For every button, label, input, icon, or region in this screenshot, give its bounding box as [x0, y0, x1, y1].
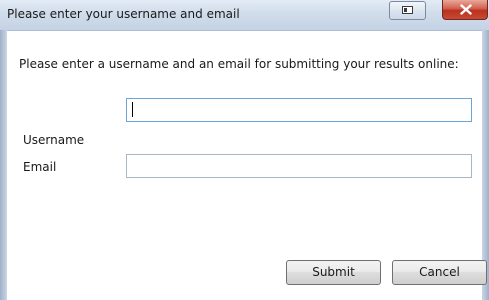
close-button[interactable]	[442, 0, 488, 20]
email-input[interactable]	[126, 154, 472, 178]
window-frame-left	[0, 30, 9, 300]
username-input[interactable]	[126, 98, 472, 122]
window-title: Please enter your username and email	[7, 7, 240, 21]
restore-icon	[402, 6, 413, 14]
cancel-button[interactable]: Cancel	[392, 260, 487, 285]
submit-button[interactable]: Submit	[286, 260, 381, 285]
restore-button[interactable]	[389, 1, 426, 20]
username-label: Username	[23, 133, 85, 147]
title-bar[interactable]: Please enter your username and email	[0, 0, 489, 31]
close-icon	[460, 4, 472, 15]
instruction-text: Please enter a username and an email for…	[19, 57, 459, 71]
dialog-window: Please enter your username and email Ple…	[0, 0, 489, 300]
text-caret	[132, 102, 133, 117]
email-label: Email	[23, 160, 57, 174]
